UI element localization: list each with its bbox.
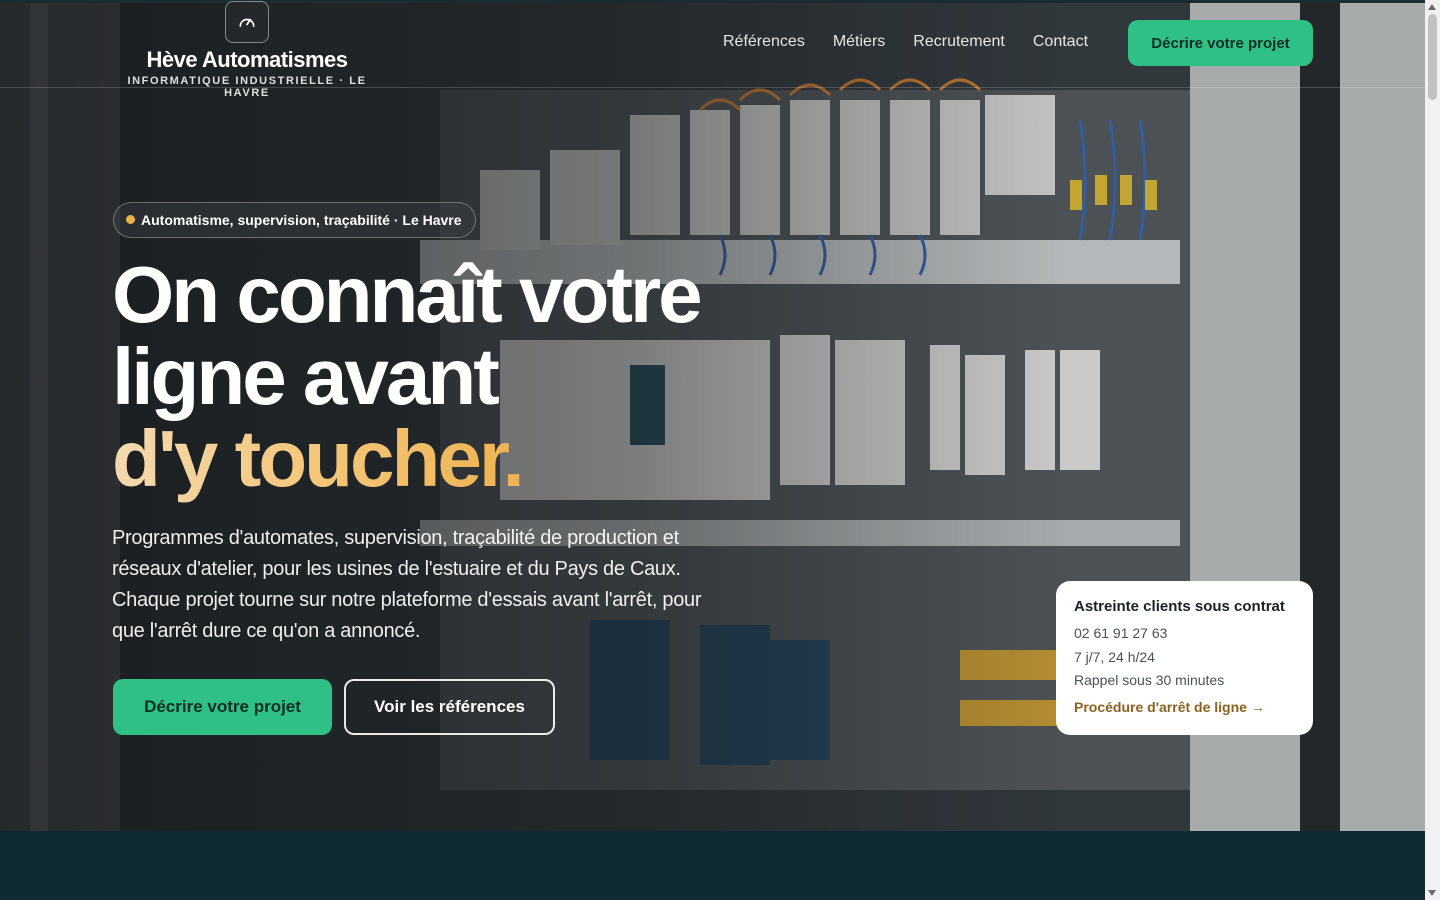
line-stop-procedure-link[interactable]: Procédure d'arrêt de ligne → [1074,699,1295,715]
oncall-card: Astreinte clients sous contrat 02 61 91 … [1056,581,1313,735]
oncall-callback: Rappel sous 30 minutes [1074,672,1225,688]
hero-headline: On connaît votre ligne avant d'y toucher… [112,254,703,503]
headline-line-1: On connaît votre [112,250,703,339]
scroll-up-icon[interactable] [1428,4,1436,10]
describe-project-button[interactable]: Décrire votre projet [113,679,332,735]
nav-link-references[interactable]: Références [723,33,805,51]
nav-link-contact[interactable]: Contact [1033,33,1088,51]
scrollbar-thumb[interactable] [1428,14,1437,100]
top-strip [0,0,1425,3]
brand-logo[interactable] [225,1,269,43]
oncall-phone[interactable]: 02 61 91 27 63 [1074,622,1295,646]
hero-section: Hève Automatismes INFORMATIQUE INDUSTRIE… [0,0,1425,831]
nav-cta-button[interactable]: Décrire votre projet [1128,20,1313,66]
gauge-icon [239,18,255,27]
oncall-hours: 7 j/7, 24 h/24 [1074,648,1155,665]
oncall-title: Astreinte clients sous contrat [1074,598,1285,615]
page-scrollbar[interactable] [1425,0,1440,900]
main-nav: Références Métiers Recrutement Contact [723,33,1088,51]
hero-lede: Programmes d'automates, supervision, tra… [112,527,702,642]
brand-tagline: INFORMATIQUE INDUSTRIELLE · LE HAVRE [127,75,367,99]
status-dot-icon [126,215,135,224]
hero-badge: Automatisme, supervision, traçabilité · … [113,202,476,238]
view-references-button[interactable]: Voir les références [344,679,555,735]
hero-badge-text: Automatisme, supervision, traçabilité · … [141,212,462,228]
nav-link-recrutement[interactable]: Recrutement [913,33,1005,51]
scroll-down-icon[interactable] [1428,890,1436,896]
brand-name[interactable]: Hève Automatismes [112,47,382,73]
next-section [0,831,1425,900]
headline-line-2: ligne avant [112,332,500,421]
headline-line-3: d'y toucher. [112,414,525,503]
nav-link-metiers[interactable]: Métiers [833,33,885,51]
